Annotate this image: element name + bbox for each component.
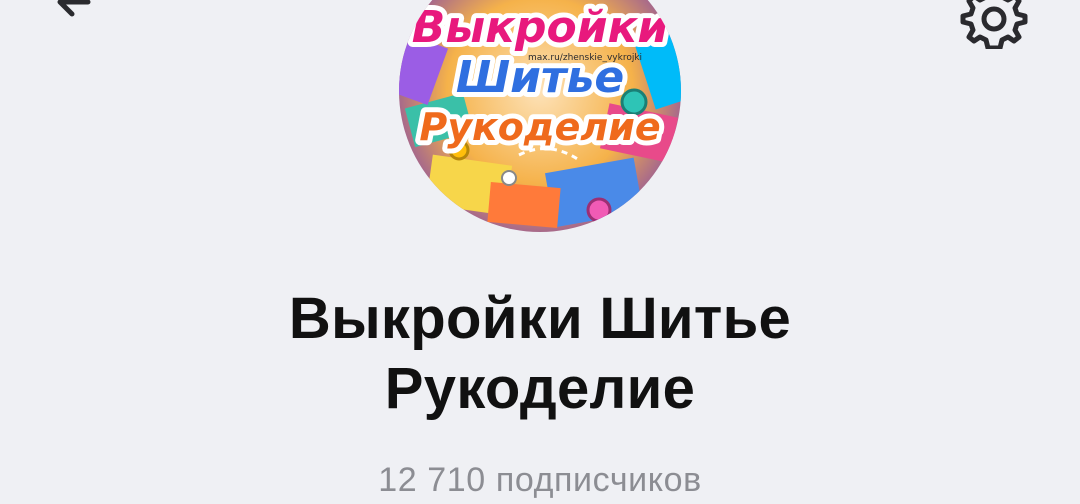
logo-watermark: max.ru/zhenskie_vykrojki (528, 53, 642, 63)
channel-avatar[interactable]: Выкройки Выкройки Шитье Шитье Рукоделие … (399, 0, 681, 232)
arrow-left-icon (57, 0, 91, 17)
channel-profile-screen: Выкройки Выкройки Шитье Шитье Рукоделие … (0, 0, 1080, 504)
back-button[interactable] (44, 0, 108, 36)
settings-button[interactable] (954, 0, 1034, 54)
subscriber-count: 12 710 подписчиков (378, 461, 702, 499)
logo-line-3: Рукоделие (419, 105, 660, 149)
channel-title-line-2: Рукоделие (384, 356, 696, 421)
channel-title-line-1: Выкройки Шитье (288, 286, 792, 351)
channel-logo-image: Выкройки Выкройки Шитье Шитье Рукоделие … (399, 0, 681, 232)
gear-icon (960, 0, 1028, 49)
channel-title: Выкройки Шитье Рукоделие (0, 284, 1080, 424)
logo-line-1: Выкройки (412, 2, 668, 53)
